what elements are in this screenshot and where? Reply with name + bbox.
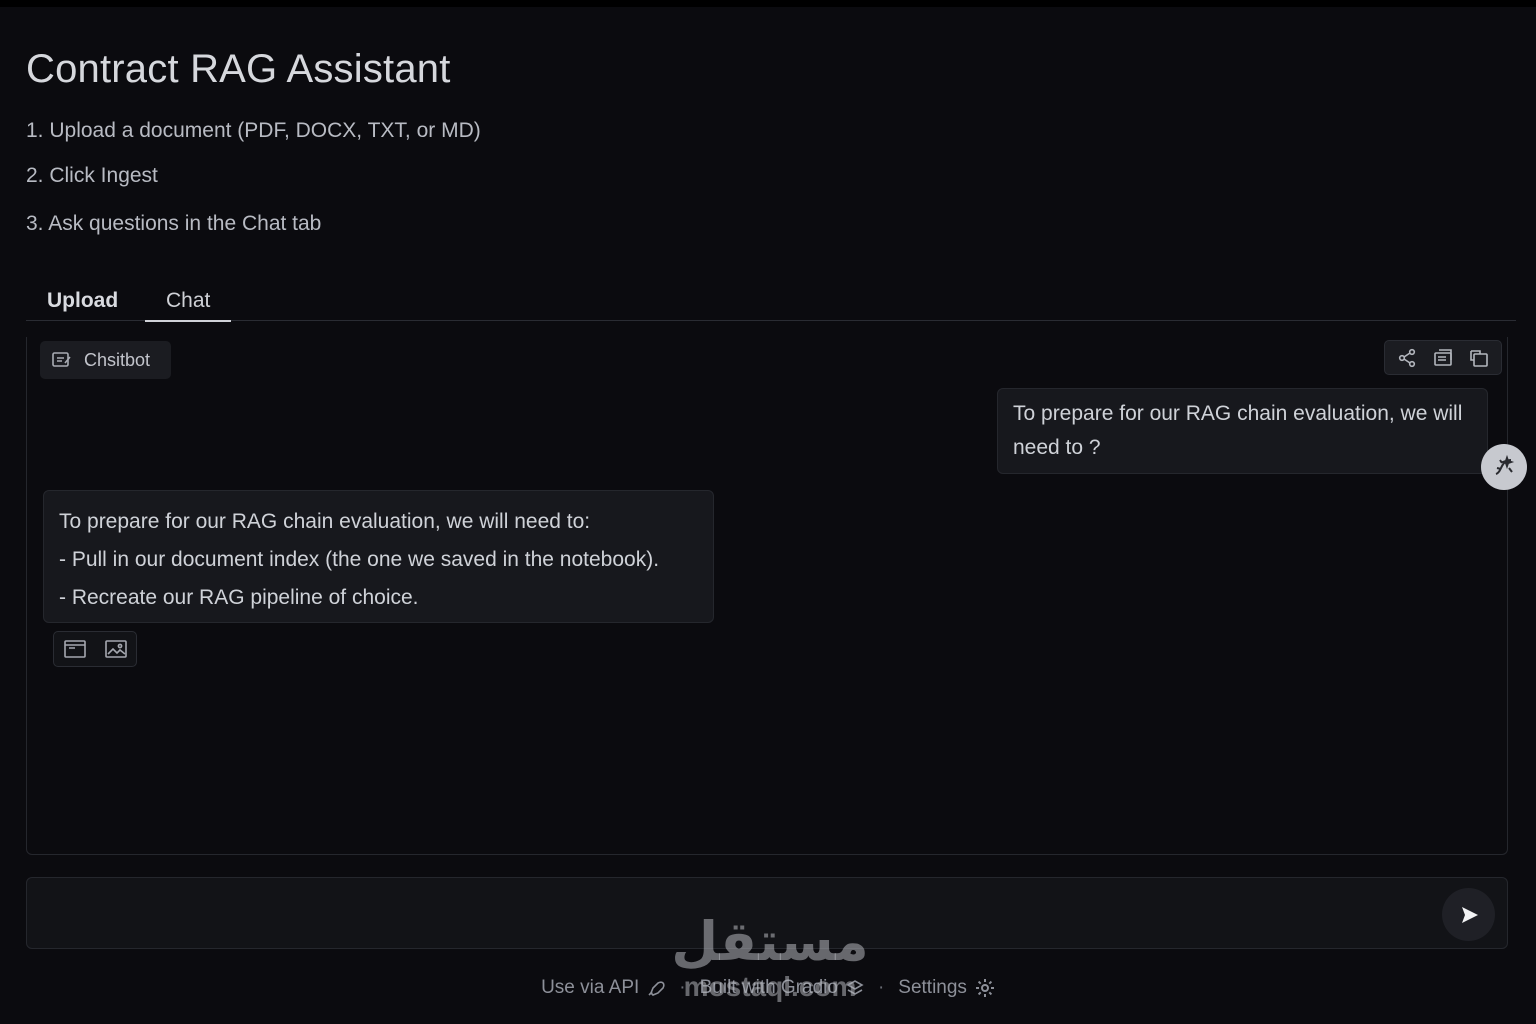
tab-chat[interactable]: Chat xyxy=(145,281,232,322)
chatbot-label: Chsitbot xyxy=(40,341,171,379)
gradio-logo-icon xyxy=(846,979,864,997)
chatbot-label-text: Chsitbot xyxy=(84,349,151,370)
chatbot-icon xyxy=(52,351,72,369)
send-icon xyxy=(1458,904,1480,926)
footer-separator: · xyxy=(877,977,885,998)
top-bar xyxy=(0,0,1536,7)
send-button[interactable] xyxy=(1442,888,1495,941)
assistant-message: To prepare for our RAG chain evaluation,… xyxy=(43,490,714,623)
use-via-api-label: Use via API xyxy=(541,977,640,998)
instruction-step-1: 1. Upload a document (PDF, DOCX, TXT, or… xyxy=(26,119,481,142)
settings-link[interactable]: Settings xyxy=(898,977,995,999)
settings-label: Settings xyxy=(898,977,967,998)
page-title: Contract RAG Assistant xyxy=(26,47,451,91)
user-message: To prepare for our RAG chain evaluation,… xyxy=(997,388,1488,474)
message-actions xyxy=(53,631,137,667)
clear-button[interactable] xyxy=(1464,343,1494,373)
clear-icon xyxy=(1469,348,1489,368)
chatbot-panel: Chsitbot To prepare for our RAG chain ev… xyxy=(26,337,1527,855)
user-message-text: To prepare for our RAG chain evaluation,… xyxy=(1013,402,1463,459)
use-via-api-link[interactable]: Use via API xyxy=(541,977,665,999)
share-icon xyxy=(1397,348,1417,368)
tab-bar: Upload Chat xyxy=(26,271,1516,322)
assistant-avatar-icon xyxy=(1491,454,1517,480)
footer-separator: · xyxy=(679,977,686,998)
image-message-button[interactable] xyxy=(101,634,131,664)
chat-input[interactable] xyxy=(43,888,1433,938)
assistant-message-line: - Recreate our RAG pipeline of choice. xyxy=(59,586,419,609)
footer: Use via API · Built with Gradio · Settin… xyxy=(0,973,1536,1003)
avatar xyxy=(1481,444,1527,490)
image-icon xyxy=(104,639,127,659)
chat-input-row xyxy=(26,877,1508,949)
copy-message-button[interactable] xyxy=(60,634,90,664)
app-root: Contract RAG Assistant 1. Upload a docum… xyxy=(0,7,1536,1024)
assistant-message-line: To prepare for our RAG chain evaluation,… xyxy=(59,510,591,533)
built-with-gradio-link[interactable]: Built with Gradio xyxy=(700,977,864,999)
instruction-step-2: 2. Click Ingest xyxy=(26,164,158,187)
instruction-step-3: 3. Ask questions in the Chat tab xyxy=(26,212,322,235)
copy-all-icon xyxy=(1433,348,1453,368)
copy-all-button[interactable] xyxy=(1428,343,1458,373)
share-button[interactable] xyxy=(1392,343,1422,373)
built-with-gradio-label: Built with Gradio xyxy=(699,977,838,998)
chat-toolbar xyxy=(1384,340,1502,375)
copy-icon xyxy=(63,639,86,659)
tab-upload[interactable]: Upload xyxy=(26,281,139,321)
gear-icon xyxy=(975,978,995,998)
rocket-icon xyxy=(647,979,665,997)
assistant-message-line: - Pull in our document index (the one we… xyxy=(59,548,660,571)
